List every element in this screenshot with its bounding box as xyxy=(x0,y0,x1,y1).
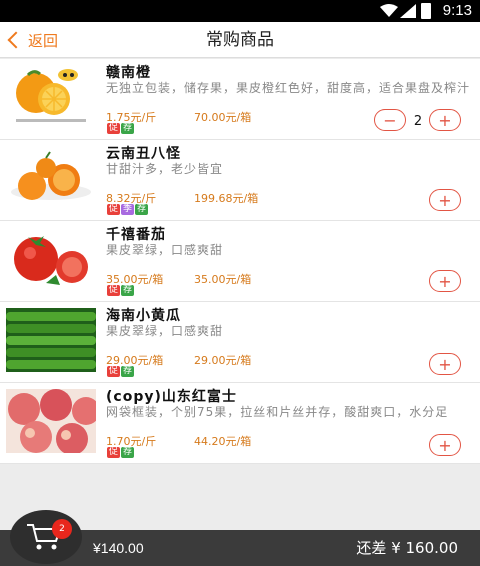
tag-recommend: 荐 xyxy=(135,204,149,215)
tag-promo: 促 xyxy=(107,285,121,296)
price-box: 29.00元/箱 xyxy=(194,354,252,367)
plus-button[interactable]: + xyxy=(429,270,461,292)
product-tags: 促 荐 xyxy=(107,123,135,134)
tag-season: 季 xyxy=(121,204,135,215)
product-tags: 促 季 荐 xyxy=(107,204,149,215)
product-tags: 促 荐 xyxy=(107,447,135,458)
product-image-tangerine xyxy=(6,146,96,210)
plus-button[interactable]: + xyxy=(429,189,461,211)
product-name: (copy)山东红富士 xyxy=(106,389,237,405)
wifi-icon xyxy=(380,4,398,17)
product-item[interactable]: (copy)山东红富士 网袋框装，个别75果，拉丝和片丝并存，酸甜爽口，水分足 … xyxy=(0,383,480,464)
tag-recommend: 荐 xyxy=(121,366,135,377)
status-time: 9:13 xyxy=(442,2,472,19)
app-bar: 返回 常购商品 xyxy=(0,22,480,58)
price-box: 44.20元/箱 xyxy=(194,435,252,448)
tag-recommend: 荐 xyxy=(121,447,135,458)
tag-recommend: 荐 xyxy=(121,285,135,296)
product-item[interactable]: 赣南橙 无独立包装，储存果，果皮橙红色好，甜度高，适合果盘及榨汁 1.75元/斤… xyxy=(0,59,480,140)
tag-recommend: 荐 xyxy=(121,123,135,134)
minus-button[interactable]: − xyxy=(374,109,406,131)
product-item[interactable]: 千禧番茄 果皮翠绿，口感爽甜 35.00元/箱 35.00元/箱 促 荐 + xyxy=(0,221,480,302)
cart-total: ¥140.00 xyxy=(93,540,144,556)
product-tags: 促 荐 xyxy=(107,285,135,296)
product-name: 千禧番茄 xyxy=(106,227,166,243)
product-desc: 无独立包装，储存果，果皮橙红色好，甜度高，适合果盘及榨汁 xyxy=(106,81,471,95)
price-box: 35.00元/箱 xyxy=(194,273,252,286)
page-title: 常购商品 xyxy=(206,30,274,50)
product-image-orange xyxy=(6,65,96,129)
remaining-amount: 还差 ¥ 160.00 xyxy=(356,539,458,557)
product-desc: 甘甜汁多，老少皆宜 xyxy=(106,162,224,176)
back-label: 返回 xyxy=(28,31,59,50)
battery-icon xyxy=(421,3,431,19)
product-desc: 网袋框装，个别75果，拉丝和片丝并存，酸甜爽口，水分足 xyxy=(106,405,449,419)
plus-button[interactable]: + xyxy=(429,109,461,131)
price-box: 70.00元/箱 xyxy=(194,111,252,124)
quantity-value: 2 xyxy=(413,114,423,129)
product-image-cucumber xyxy=(6,308,96,372)
cart-count-badge: 2 xyxy=(52,519,72,539)
tag-promo: 促 xyxy=(107,123,121,134)
product-image-apple xyxy=(6,389,96,453)
product-name: 海南小黄瓜 xyxy=(106,308,181,324)
status-bar: 9:13 xyxy=(0,0,480,22)
tag-promo: 促 xyxy=(107,366,121,377)
product-item[interactable]: 海南小黄瓜 果皮翠绿，口感爽甜 29.00元/箱 29.00元/箱 促 荐 + xyxy=(0,302,480,383)
signal-icon xyxy=(400,4,416,18)
product-image-tomato xyxy=(6,227,96,291)
price-box: 199.68元/箱 xyxy=(194,192,259,205)
product-desc: 果皮翠绿，口感爽甜 xyxy=(106,243,224,257)
product-desc: 果皮翠绿，口感爽甜 xyxy=(106,324,224,338)
cart-button[interactable] xyxy=(10,510,82,564)
product-list: 赣南橙 无独立包装，储存果，果皮橙红色好，甜度高，适合果盘及榨汁 1.75元/斤… xyxy=(0,59,480,464)
product-tags: 促 荐 xyxy=(107,366,135,377)
tag-promo: 促 xyxy=(107,204,121,215)
tag-promo: 促 xyxy=(107,447,121,458)
plus-button[interactable]: + xyxy=(429,434,461,456)
product-item[interactable]: 云南丑八怪 甘甜汁多，老少皆宜 8.32元/斤 199.68元/箱 促 季 荐 + xyxy=(0,140,480,221)
back-button[interactable]: 返回 xyxy=(6,22,58,58)
chevron-left-icon xyxy=(7,31,25,49)
plus-button[interactable]: + xyxy=(429,353,461,375)
product-name: 云南丑八怪 xyxy=(106,146,181,162)
product-name: 赣南橙 xyxy=(106,65,151,81)
